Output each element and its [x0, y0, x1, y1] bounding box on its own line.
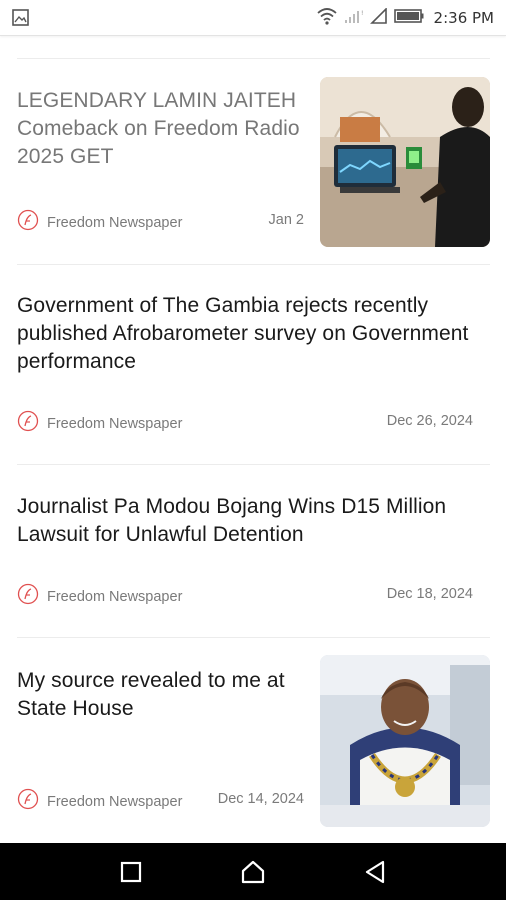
article-date: Dec 26, 2024 [386, 413, 473, 429]
svg-text:!: ! [361, 10, 363, 17]
home-icon [241, 860, 265, 883]
home-button[interactable] [223, 852, 283, 892]
source-name: Freedom Newspaper [47, 415, 183, 432]
source-logo-icon [17, 583, 39, 610]
article-date: Jan 2 [268, 212, 304, 228]
article-title[interactable]: My source revealed to me at State House [17, 667, 307, 723]
article-date: Dec 14, 2024 [217, 791, 304, 807]
article-title[interactable]: LEGENDARY LAMIN JAITEH Comeback on Freed… [17, 87, 302, 171]
article-title[interactable]: Government of The Gambia rejects recentl… [17, 292, 487, 376]
source-logo-icon [17, 788, 39, 815]
source-logo-icon [17, 410, 39, 437]
wifi-icon [316, 7, 338, 30]
article-title[interactable]: Journalist Pa Modou Bojang Wins D15 Mill… [17, 493, 487, 549]
status-time: 2:36 PM [433, 9, 494, 27]
article-card[interactable]: LEGENDARY LAMIN JAITEH Comeback on Freed… [0, 77, 506, 247]
divider [17, 637, 490, 638]
source-name: Freedom Newspaper [47, 588, 183, 605]
article-feed[interactable]: LEGENDARY LAMIN JAITEH Comeback on Freed… [0, 37, 506, 843]
cell-signal-empty-icon [369, 6, 388, 29]
cell-signal-icon: ! [344, 8, 364, 29]
article-card[interactable]: My source revealed to me at State House … [0, 655, 506, 827]
back-button[interactable] [345, 852, 405, 892]
divider [17, 264, 490, 265]
article-card[interactable]: Journalist Pa Modou Bojang Wins D15 Mill… [0, 491, 506, 621]
status-bar: ! 2:36 PM [0, 0, 506, 36]
back-triangle-icon [365, 860, 385, 883]
article-thumbnail[interactable] [320, 655, 490, 827]
article-card[interactable]: Government of The Gambia rejects recentl… [0, 290, 506, 440]
article-date: Dec 18, 2024 [386, 586, 473, 602]
article-thumbnail[interactable] [320, 77, 490, 247]
divider [17, 58, 490, 59]
image-notification-icon [12, 9, 29, 31]
source-logo-icon [17, 209, 39, 236]
recents-button[interactable] [101, 852, 161, 892]
divider [17, 464, 490, 465]
recents-square-icon [120, 861, 142, 882]
source-name: Freedom Newspaper [47, 214, 183, 231]
battery-icon [393, 8, 424, 29]
system-nav-bar [0, 843, 506, 900]
source-name: Freedom Newspaper [47, 793, 183, 810]
